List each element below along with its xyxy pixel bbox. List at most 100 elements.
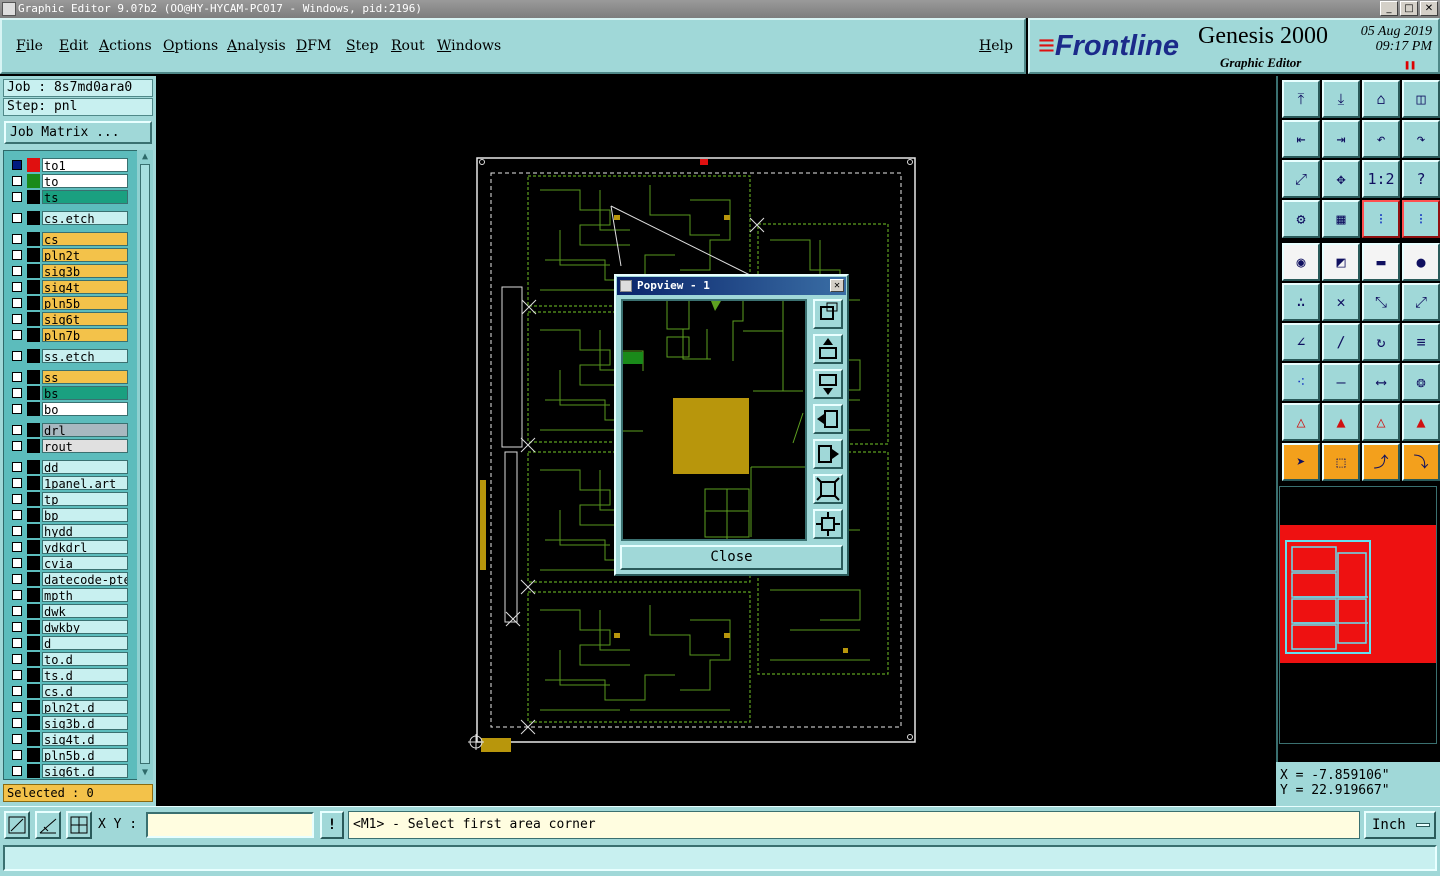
scroll-down-icon[interactable]: ▼ [139,768,151,778]
menu-options[interactable]: Options [163,38,218,54]
layer-color-swatch[interactable] [27,764,40,778]
layer-checkbox[interactable] [12,638,22,648]
move-layer-icon[interactable]: ⇥ [1322,120,1360,158]
menu-file[interactable]: File [16,38,43,54]
layer-checkbox[interactable] [12,298,22,308]
menu-windows[interactable]: Windows [437,38,501,54]
job-matrix-button[interactable]: Job Matrix ... [4,121,152,144]
layer-checkbox[interactable] [12,718,22,728]
layer-checkbox[interactable] [12,526,22,536]
layer-name[interactable]: bs [42,386,128,400]
layer-name[interactable]: drl [42,423,128,437]
popview-canvas[interactable] [621,299,807,541]
close-window-button[interactable]: ✕ [1420,1,1438,16]
highlight-red-2-icon[interactable]: ⁝ [1402,200,1440,238]
layer-checkbox[interactable] [12,622,22,632]
layer-color-swatch[interactable] [27,636,40,650]
layer-checkbox[interactable] [12,176,22,186]
layer-color-swatch[interactable] [27,296,40,310]
layer-checkbox[interactable] [12,478,22,488]
flip-icon[interactable]: ≡ [1402,323,1440,361]
layer-name[interactable]: ts [42,190,128,204]
layer-color-swatch[interactable] [27,328,40,342]
triangle-4-icon[interactable]: ▲ [1402,403,1440,441]
select-arrow-icon[interactable]: ➤ [1282,443,1320,481]
layer-color-swatch[interactable] [27,370,40,384]
layer-name[interactable]: ydkdrl [42,540,128,554]
menu-actions[interactable]: Actions [99,38,152,54]
layer-name[interactable]: rout [42,439,128,453]
layer-checkbox[interactable] [12,558,22,568]
layer-color-swatch[interactable] [27,312,40,326]
layer-name[interactable]: ss [42,370,128,384]
layer-name[interactable]: datecode-pte [42,572,128,586]
layer-checkbox[interactable] [12,372,22,382]
layer-color-swatch[interactable] [27,264,40,278]
layer-checkbox[interactable] [12,462,22,472]
open-job-icon[interactable]: ⤒ [1282,80,1320,118]
layer-name[interactable]: cs.d [42,684,128,698]
layer-color-swatch[interactable] [27,423,40,437]
layer-name[interactable]: sig6t.d [42,764,128,778]
triangle-3-icon[interactable]: △ [1362,403,1400,441]
maximize-button[interactable]: □ [1400,1,1418,16]
layer-name[interactable]: ts.d [42,668,128,682]
layer-color-swatch[interactable] [27,280,40,294]
slope-icon[interactable]: ∕ [1322,323,1360,361]
triangle-2-icon[interactable]: ▲ [1322,403,1360,441]
layer-color-swatch[interactable] [27,439,40,453]
layer-color-swatch[interactable] [27,349,40,363]
layer-name[interactable]: cs.etch [42,211,128,225]
scroll-up-icon[interactable]: ▲ [139,152,151,162]
layer-name[interactable]: dwkby [42,620,128,634]
layer-checkbox[interactable] [12,314,22,324]
zoom-fit-icon[interactable]: ✥ [1322,160,1360,198]
units-select[interactable]: Inch [1364,811,1436,839]
menu-step[interactable]: Step [346,38,378,54]
layer-color-swatch[interactable] [27,211,40,225]
select-net-icon[interactable]: ⤵ [1402,443,1440,481]
layer-checkbox[interactable] [12,510,22,520]
layer-name[interactable]: sig4t [42,280,128,294]
layer-color-swatch[interactable] [27,748,40,762]
properties-icon[interactable]: ⚙ [1282,200,1320,238]
layer-name[interactable]: sig6t [42,312,128,326]
menu-rout[interactable]: Rout [391,38,425,54]
popview-title-bar[interactable]: Popview - 1 ✕ [617,277,846,295]
layer-checkbox[interactable] [12,234,22,244]
layer-color-swatch[interactable] [27,732,40,746]
layer-checkbox[interactable] [12,330,22,340]
layer-name[interactable]: to.d [42,652,128,666]
layer-checkbox[interactable] [12,351,22,361]
menu-edit[interactable]: Edit [59,38,88,54]
layer-name[interactable]: ss.etch [42,349,128,363]
menu-analysis[interactable]: Analysis [227,38,286,54]
layer-color-swatch[interactable] [27,508,40,522]
menu-help[interactable]: Help [979,38,1013,54]
layer-name[interactable]: dd [42,460,128,474]
nodes-icon[interactable]: ∴ [1282,283,1320,321]
connect-icon[interactable]: ⤡ [1362,283,1400,321]
layer-checkbox[interactable] [12,590,22,600]
layer-name[interactable]: pln2t.d [42,700,128,714]
pad-circle-icon[interactable]: ● [1402,243,1440,281]
layer-checkbox[interactable] [12,266,22,276]
shapes-icon[interactable]: ❂ [1402,363,1440,401]
layer-name[interactable]: to [42,174,128,188]
layer-color-swatch[interactable] [27,572,40,586]
popview-zoom-fit-icon[interactable] [813,474,843,504]
select-box-icon[interactable]: ⬚ [1322,443,1360,481]
cross-icon[interactable]: ✕ [1322,283,1360,321]
layer-name[interactable]: mpth [42,588,128,602]
layer-color-swatch[interactable] [27,174,40,188]
ruler-icon[interactable]: ▬ [1362,243,1400,281]
layer-checkbox[interactable] [12,160,22,170]
layer-color-swatch[interactable] [27,716,40,730]
layer-checkbox[interactable] [12,542,22,552]
layer-color-swatch[interactable] [27,402,40,416]
window-split-icon[interactable]: ◫ [1402,80,1440,118]
layer-color-swatch[interactable] [27,588,40,602]
layer-color-swatch[interactable] [27,604,40,618]
layer-name[interactable]: pln7b [42,328,128,342]
help-query-icon[interactable]: ? [1402,160,1440,198]
